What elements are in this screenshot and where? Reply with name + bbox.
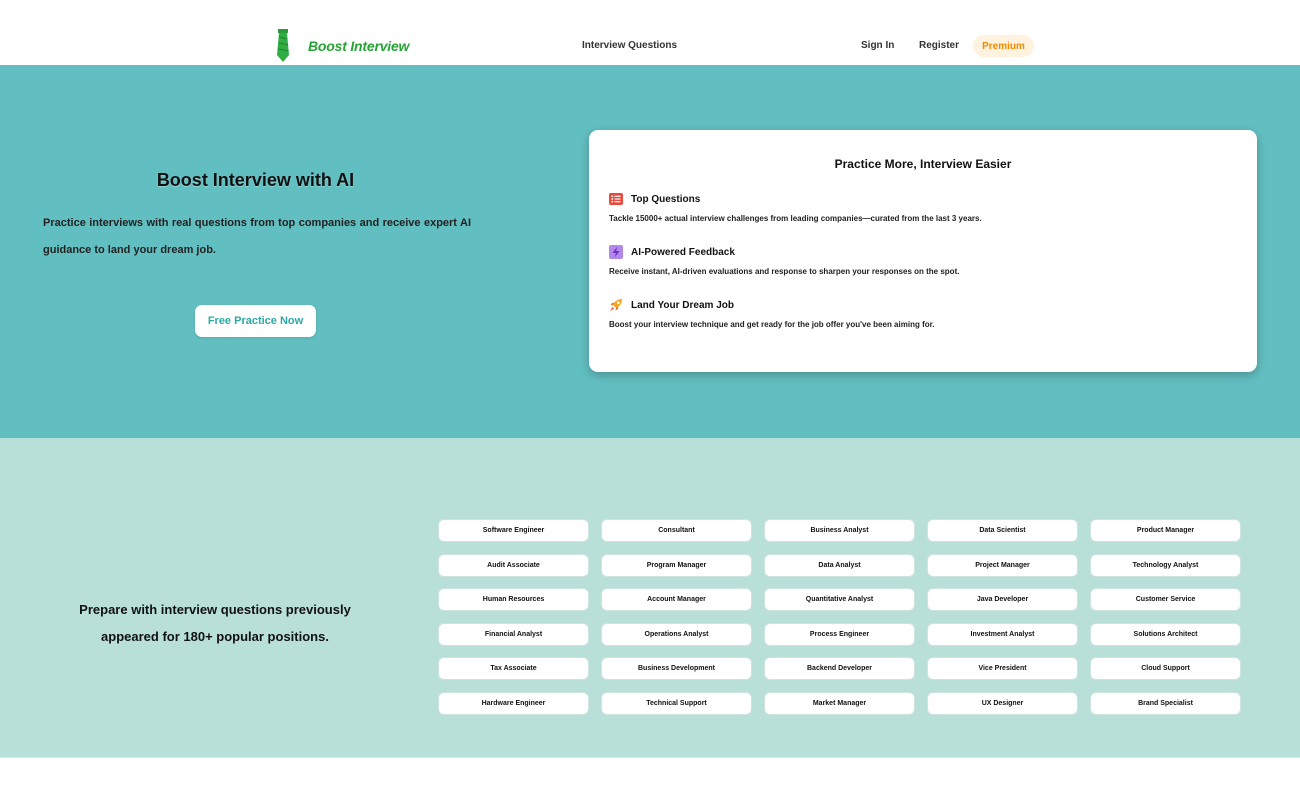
position-chip[interactable]: Quantitative Analyst (764, 588, 915, 611)
position-chip[interactable]: Customer Service (1090, 588, 1241, 611)
position-chip[interactable]: Investment Analyst (927, 622, 1078, 646)
nav-interview-questions-link[interactable]: Interview Questions (582, 40, 677, 51)
positions-section: Prepare with interview questions previou… (0, 438, 1300, 758)
position-chip[interactable]: Human Resources (438, 588, 589, 611)
position-chip[interactable]: Technical Support (601, 691, 752, 715)
position-chip[interactable]: Technology Analyst (1090, 553, 1241, 577)
feature-name: Top Questions (631, 193, 701, 205)
hero-section: Boost Interview with AI Practice intervi… (0, 65, 1300, 438)
position-chip[interactable]: UX Designer (927, 691, 1078, 715)
position-chip[interactable]: Cloud Support (1090, 657, 1241, 680)
rocket-icon (609, 298, 623, 312)
feature-description: Boost your interview technique and get r… (609, 320, 935, 329)
list-icon (609, 192, 623, 206)
feature-description: Receive instant, AI-driven evaluations a… (609, 267, 960, 276)
position-chip[interactable]: Project Manager (927, 553, 1078, 577)
position-chip[interactable]: Software Engineer (438, 519, 589, 542)
position-chip[interactable]: Data Analyst (764, 553, 915, 577)
position-chip[interactable]: Market Manager (764, 691, 915, 715)
hero-title: Boost Interview with AI (156, 170, 355, 190)
feature-dream-job: Land Your Dream Job Boost your interview… (609, 297, 1229, 329)
brand-name: Boost Interview (308, 38, 410, 54)
position-chip[interactable]: Product Manager (1090, 519, 1241, 542)
feature-description: Tackle 15000+ actual interview challenge… (609, 214, 982, 223)
feature-top-questions: Top Questions Tackle 15000+ actual inter… (609, 191, 1229, 223)
position-chip[interactable]: Audit Associate (438, 553, 589, 577)
features-card: Practice More, Interview Easier Top Ques… (589, 130, 1257, 372)
position-chip[interactable]: Backend Developer (764, 657, 915, 680)
positions-grid: Software Engineer Consultant Business An… (438, 519, 1241, 715)
feature-name: Land Your Dream Job (631, 299, 734, 311)
position-chip[interactable]: Data Scientist (927, 519, 1078, 542)
position-chip[interactable]: Hardware Engineer (438, 691, 589, 715)
position-chip[interactable]: Consultant (601, 519, 752, 542)
top-nav-bar: Boost Interview Interview Questions Sign… (0, 0, 1300, 65)
free-practice-button[interactable]: Free Practice Now (195, 305, 316, 337)
position-chip[interactable]: Program Manager (601, 553, 752, 577)
position-chip[interactable]: Vice President (927, 657, 1078, 680)
position-chip[interactable]: Solutions Architect (1090, 622, 1241, 646)
position-chip[interactable]: Account Manager (601, 588, 752, 611)
hero-subtitle: Practice interviews with real questions … (43, 217, 471, 256)
feature-ai-feedback: AI-Powered Feedback Receive instant, AI-… (609, 244, 1229, 276)
position-chip[interactable]: Brand Specialist (1090, 691, 1241, 715)
position-chip[interactable]: Operations Analyst (601, 622, 752, 646)
premium-button[interactable]: Premium (973, 35, 1034, 57)
sign-in-link[interactable]: Sign In (861, 40, 894, 51)
positions-heading: Prepare with interview questions previou… (79, 602, 351, 644)
feature-name: AI-Powered Feedback (631, 246, 735, 258)
position-chip[interactable]: Business Analyst (764, 519, 915, 542)
brand-logo[interactable]: Boost Interview (272, 29, 409, 63)
position-chip[interactable]: Business Development (601, 657, 752, 680)
register-link[interactable]: Register (919, 40, 959, 51)
features-card-title: Practice More, Interview Easier (834, 157, 1012, 171)
lightning-icon (609, 245, 623, 259)
position-chip[interactable]: Process Engineer (764, 622, 915, 646)
position-chip[interactable]: Java Developer (927, 588, 1078, 611)
necktie-icon (277, 29, 289, 62)
position-chip[interactable]: Tax Associate (438, 657, 589, 680)
position-chip[interactable]: Financial Analyst (438, 622, 589, 646)
